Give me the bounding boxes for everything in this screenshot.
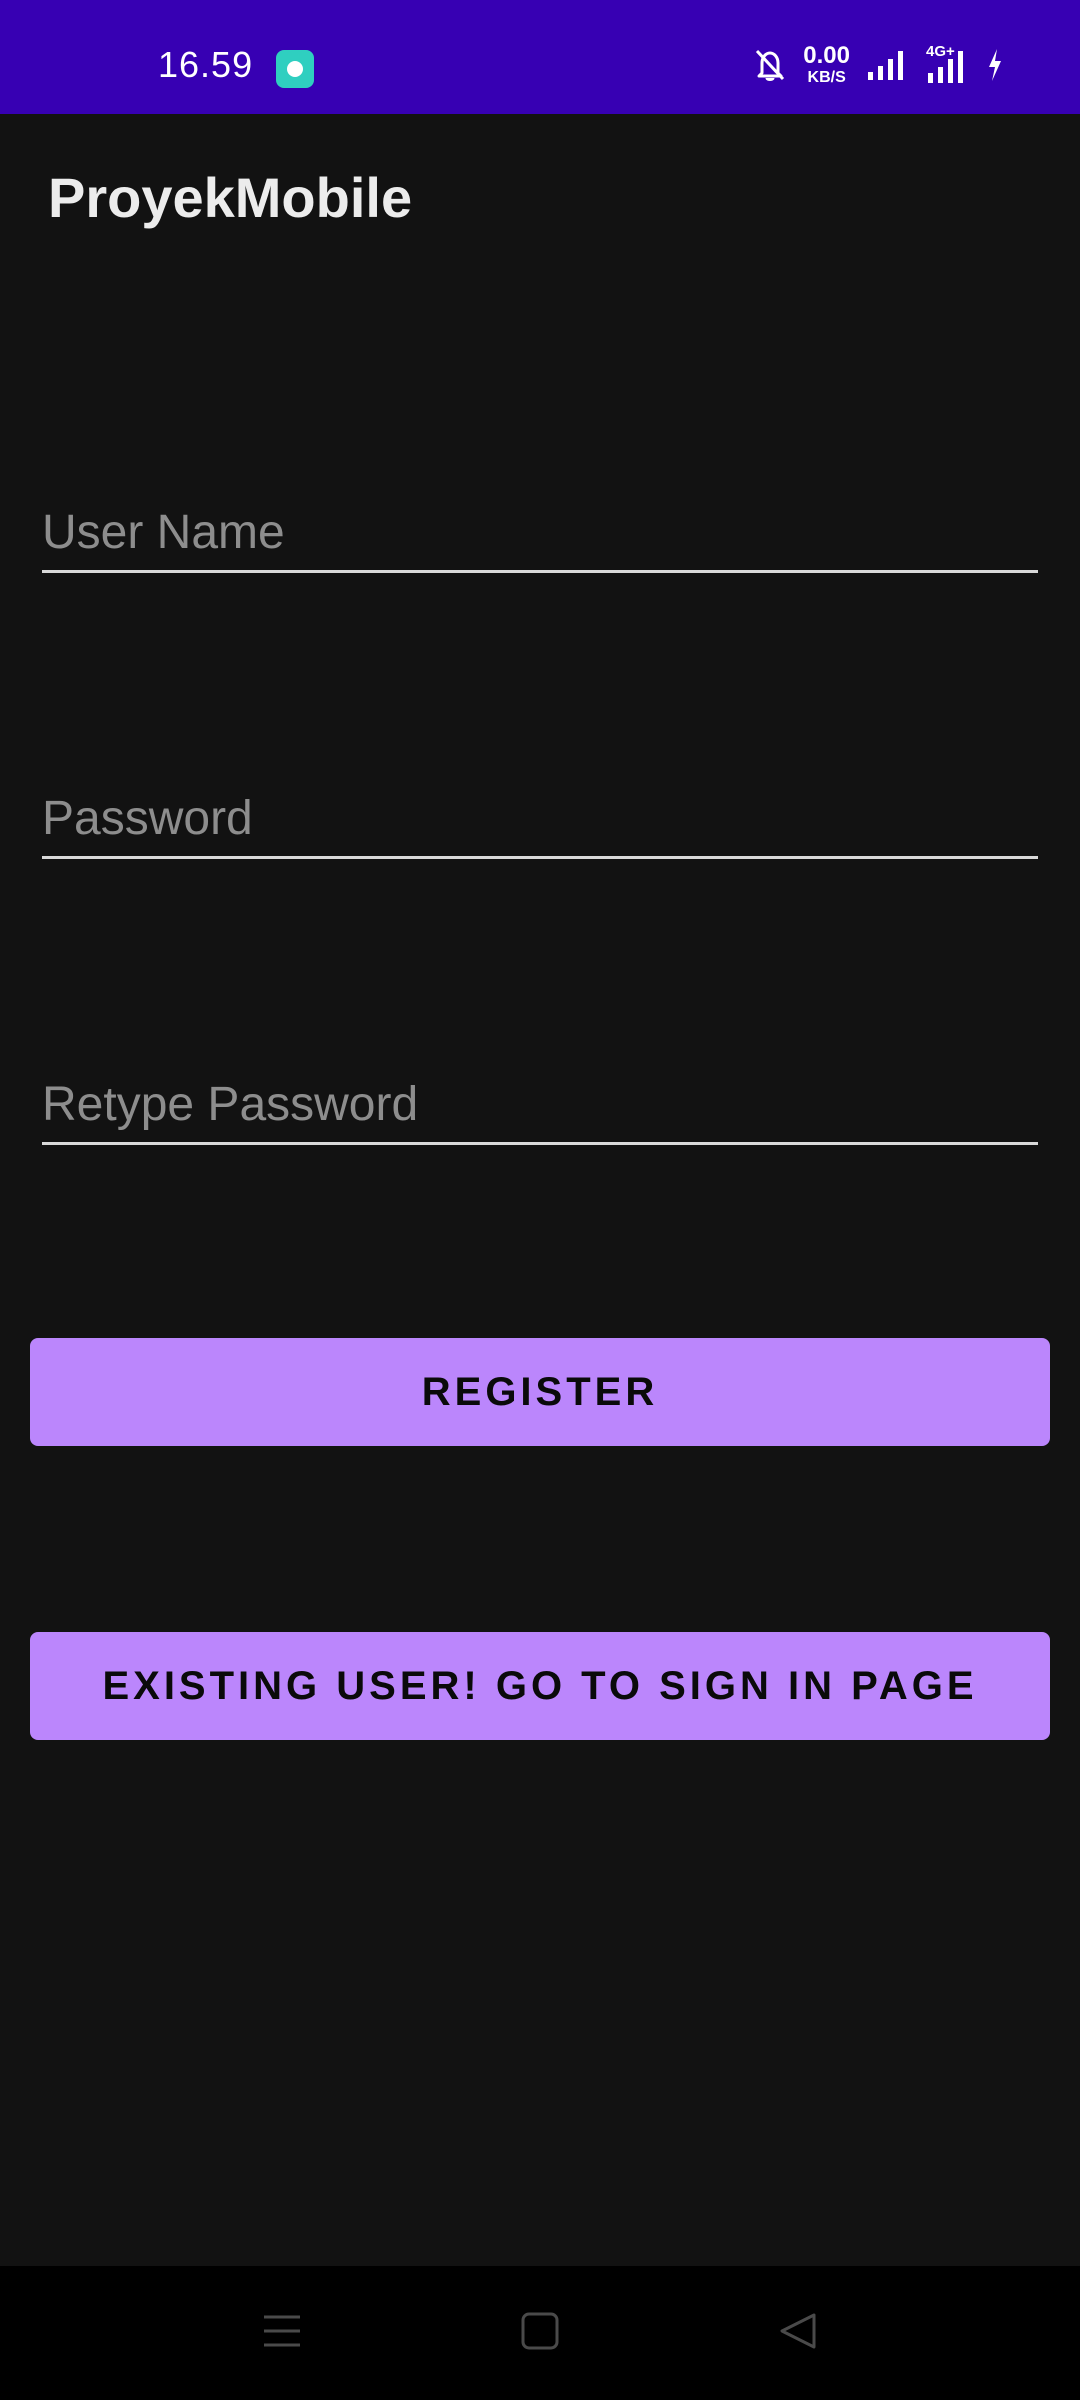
back-icon[interactable]	[763, 2296, 833, 2366]
status-time: 16.59	[158, 44, 254, 85]
username-field-container	[42, 494, 1038, 573]
net-speed-value: 0.00	[803, 42, 850, 69]
bell-muted-icon	[753, 47, 787, 83]
menu-icon[interactable]	[247, 2296, 317, 2366]
register-button[interactable]: REGISTER	[30, 1338, 1050, 1446]
username-input[interactable]	[42, 494, 1038, 570]
home-icon[interactable]	[505, 2296, 575, 2366]
password-input[interactable]	[42, 780, 1038, 856]
app-title: ProyekMobile	[48, 166, 413, 229]
retype-password-input[interactable]	[42, 1066, 1038, 1142]
signal-4g-icon: 4G+	[922, 43, 970, 85]
net-speed-unit: KB/S	[807, 69, 846, 86]
status-bar: 16.59 0.00 KB/S 4G+	[0, 0, 1080, 114]
app-notification-icon	[276, 50, 314, 88]
retype-password-field-container	[42, 1066, 1038, 1145]
net-speed: 0.00 KB/S	[803, 44, 850, 86]
signal-icon	[866, 48, 906, 82]
status-indicators: 0.00 KB/S 4G+	[753, 40, 1004, 90]
navigation-bar	[0, 2266, 1080, 2400]
charging-icon	[986, 47, 1004, 83]
go-to-sign-in-button[interactable]: EXISTING USER! GO TO SIGN IN PAGE	[30, 1632, 1050, 1740]
password-field-container	[42, 780, 1038, 859]
